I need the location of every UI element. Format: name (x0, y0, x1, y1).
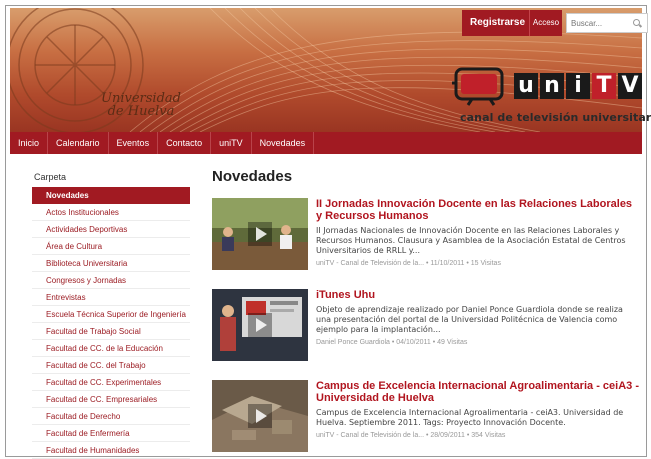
logo-letter: V (618, 73, 642, 99)
post-body: iTunes Uhu Objeto de aprendizaje realiza… (316, 289, 640, 361)
sidebar-item[interactable]: Congresos y Jornadas (32, 272, 190, 289)
nav-item-novedades[interactable]: Novedades (252, 132, 315, 154)
sidebar-item[interactable]: Facultad de CC. Experimentales (32, 374, 190, 391)
post-meta: uniTV - Canal de Televisión de la... • 2… (316, 432, 506, 439)
nav-item-unitv[interactable]: uniTV (211, 132, 252, 154)
access-button[interactable]: Acceso (529, 10, 562, 36)
play-icon[interactable] (248, 313, 272, 337)
sidebar-item[interactable]: Facultad de CC. de la Educación (32, 340, 190, 357)
logo-letter: u (514, 73, 538, 99)
logo-letter: T (592, 73, 616, 99)
sidebar-item[interactable]: Escuela Técnica Superior de Ingeniería (32, 306, 190, 323)
post-description: II Jornadas Nacionales de Innovación Doc… (316, 226, 626, 255)
sidebar-item[interactable]: Facultad de Derecho (32, 408, 190, 425)
main-content: Novedades II Jornadas Innovación Docente… (212, 168, 640, 452)
logo-subtitle: canal de televisión universitaria (460, 111, 651, 124)
sidebar-item[interactable]: Área de Cultura (32, 238, 190, 255)
sidebar-item[interactable]: Facultad de Trabajo Social (32, 323, 190, 340)
sidebar: Carpeta Novedades Actos Institucionales … (32, 172, 190, 459)
sidebar-item[interactable]: Facultad de CC. del Trabajo (32, 357, 190, 374)
tv-icon (452, 67, 504, 106)
post-item: II Jornadas Innovación Docente en las Re… (212, 198, 640, 270)
post-title[interactable]: iTunes Uhu (316, 289, 640, 301)
top-actions: Registrarse Acceso (462, 10, 648, 36)
play-icon[interactable] (248, 404, 272, 428)
video-thumbnail[interactable] (212, 380, 308, 452)
logo-letters: u n i T V (514, 73, 644, 99)
nav-item-contacto[interactable]: Contacto (158, 132, 212, 154)
sidebar-item[interactable]: Biblioteca Universitaria (32, 255, 190, 272)
post-body: II Jornadas Innovación Docente en las Re… (316, 198, 640, 270)
sidebar-item[interactable]: Actos Institucionales (32, 204, 190, 221)
sidebar-item[interactable]: Facultad de Humanidades (32, 442, 190, 459)
post-body: Campus de Excelencia Internacional Agroa… (316, 380, 640, 452)
nav-item-eventos[interactable]: Eventos (109, 132, 159, 154)
sidebar-item[interactable]: Facultad de Enfermería (32, 425, 190, 442)
post-item: iTunes Uhu Objeto de aprendizaje realiza… (212, 289, 640, 361)
page-title: Novedades (212, 168, 293, 185)
sidebar-item[interactable]: Actividades Deportivas (32, 221, 190, 238)
video-thumbnail[interactable] (212, 289, 308, 361)
post-title[interactable]: II Jornadas Innovación Docente en las Re… (316, 198, 640, 222)
logo-letter: n (540, 73, 564, 99)
sidebar-item[interactable]: Entrevistas (32, 289, 190, 306)
sidebar-title: Carpeta (34, 172, 67, 182)
register-button[interactable]: Registrarse (462, 10, 529, 36)
logo-letter: i (566, 73, 590, 99)
unitv-logo: u n i T V (450, 65, 644, 107)
sidebar-item[interactable]: Novedades (32, 187, 190, 204)
post-description: Campus de Excelencia Internacional Agroa… (316, 408, 624, 427)
play-icon[interactable] (248, 222, 272, 246)
university-name-line2: de Huelva (107, 104, 175, 119)
search-input[interactable] (571, 18, 633, 28)
post-meta: Daniel Ponce Guardiola • 04/10/2011 • 49… (316, 339, 468, 346)
sidebar-item[interactable]: Facultad de CC. Empresariales (32, 391, 190, 408)
nav-item-calendario[interactable]: Calendario (48, 132, 109, 154)
university-name: Universidad de Huelva (96, 92, 186, 118)
post-item: Campus de Excelencia Internacional Agroa… (212, 380, 640, 452)
search-icon[interactable] (633, 18, 642, 28)
post-meta: uniTV - Canal de Televisión de la... • 1… (316, 260, 501, 267)
nav-item-inicio[interactable]: Inicio (10, 132, 49, 154)
video-thumbnail[interactable] (212, 198, 308, 270)
main-nav: Inicio Calendario Eventos Contacto uniTV… (10, 132, 642, 154)
post-description: Objeto de aprendizaje realizado por Dani… (316, 305, 623, 334)
search-box[interactable] (566, 13, 648, 33)
post-title[interactable]: Campus de Excelencia Internacional Agroa… (316, 380, 640, 404)
